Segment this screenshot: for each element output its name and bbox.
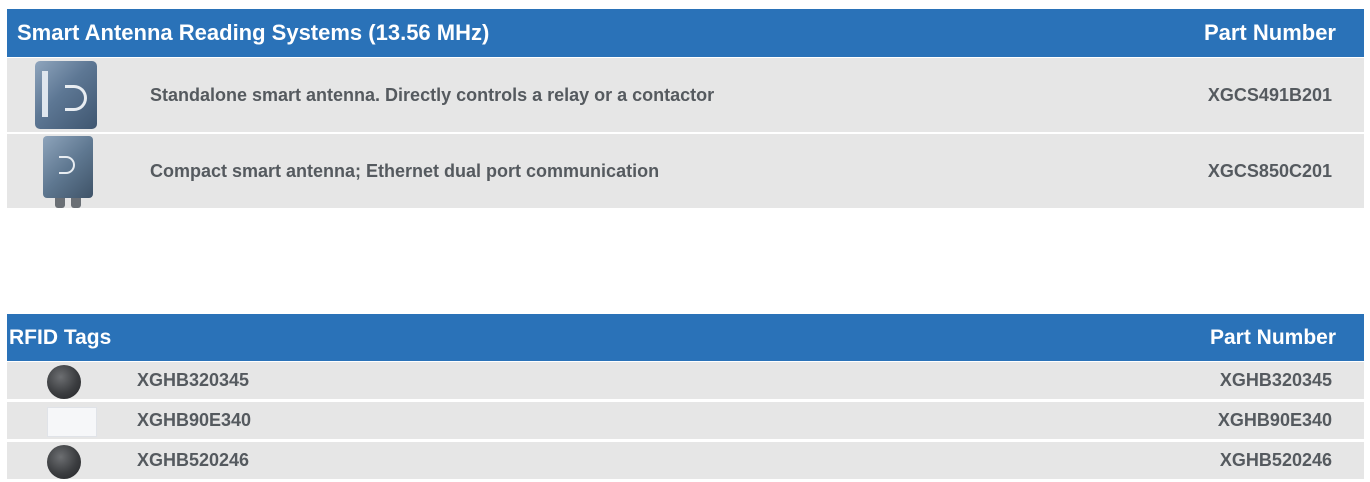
part-number: XGHB320345 [1219,370,1332,390]
rfid-disc-tag-image [7,362,117,399]
table-row: XGHB320345 XGHB320345 [7,362,1364,402]
smart-antenna-standalone-image [7,58,117,132]
part-number: XGHB520246 [1219,450,1332,470]
table-header: RFID Tags Part Number [7,314,1364,362]
part-number-header: Part Number [1209,325,1336,349]
smart-antenna-table: Smart Antenna Reading Systems (13.56 MHz… [7,9,1364,210]
product-description: Compact smart antenna; Ethernet dual por… [150,160,660,181]
part-number-header: Part Number [1203,20,1336,45]
product-description: XGHB320345 [137,370,250,390]
table-row: XGHB520246 XGHB520246 [7,442,1364,482]
rfid-disc-tag-image [7,442,117,479]
table-row: XGHB90E340 XGHB90E340 [7,402,1364,442]
table-row: Compact smart antenna; Ethernet dual por… [7,134,1364,210]
table-title: Smart Antenna Reading Systems (13.56 MHz… [17,20,490,45]
part-number: XGCS491B201 [1207,84,1332,105]
product-description: XGHB520246 [137,450,250,470]
product-description: XGHB90E340 [137,410,252,430]
smart-antenna-compact-image [7,134,117,208]
part-number: XGCS850C201 [1207,160,1332,181]
table-row: Standalone smart antenna. Directly contr… [7,58,1364,134]
table-header: Smart Antenna Reading Systems (13.56 MHz… [7,9,1364,58]
rfid-card-tag-image [7,402,117,439]
part-number: XGHB90E340 [1217,410,1332,430]
rfid-tags-table: RFID Tags Part Number XGHB320345 XGHB320… [7,314,1364,482]
table-title: RFID Tags [9,325,112,349]
product-description: Standalone smart antenna. Directly contr… [150,84,715,105]
